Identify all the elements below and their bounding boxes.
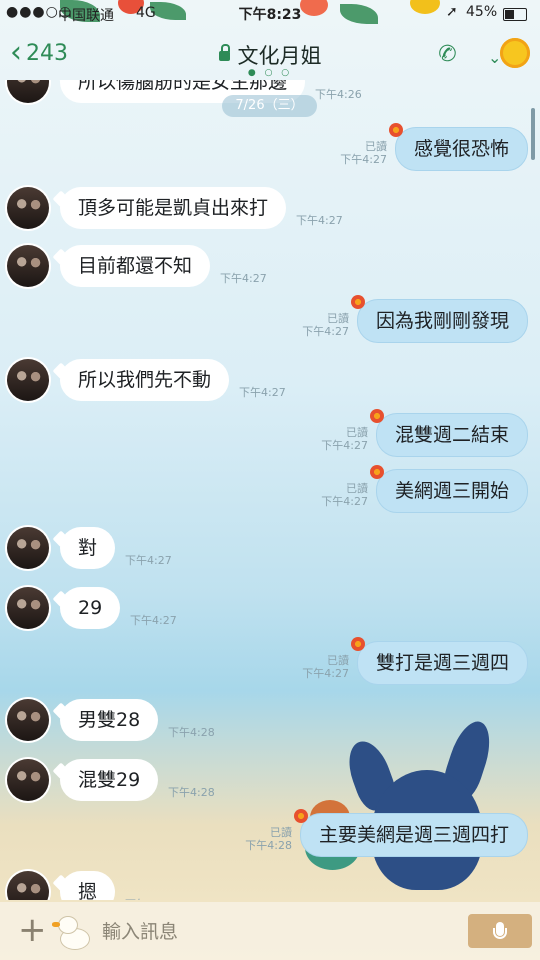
message-meta: 已讀 下午4:27 <box>302 654 349 680</box>
message-row: 雙打是週三週四 已讀 下午4:27 <box>0 637 540 686</box>
outgoing-message-bubble[interactable]: 美網週三開始 <box>369 465 528 513</box>
incoming-message-bubble[interactable]: 29 <box>60 587 121 629</box>
message-meta: 已讀 下午4:28 <box>245 826 292 852</box>
outgoing-message-bubble[interactable]: 雙打是週三週四 <box>350 637 528 685</box>
message-time: 下午4:28 <box>125 898 172 900</box>
message-time: 下午4:28 <box>168 786 215 799</box>
message-time: 下午4:28 <box>168 726 215 739</box>
incoming-message-bubble[interactable]: 頂多可能是凱貞出來打 <box>60 187 287 229</box>
message-meta: 下午4:27 <box>296 214 343 227</box>
message-input[interactable] <box>100 916 444 948</box>
location-arrow-icon: ➚ <box>446 4 458 20</box>
outgoing-message-bubble[interactable]: 因為我剛剛發現 <box>350 295 528 343</box>
message-meta: 已讀 下午4:27 <box>340 140 387 166</box>
incoming-message-bubble[interactable]: 對 <box>60 527 116 569</box>
message-row: 男雙28 下午4:28 <box>0 696 540 744</box>
chat-title[interactable]: 文化月姐 <box>0 40 540 70</box>
message-meta: 下午4:27 <box>125 554 172 567</box>
flower-menu-icon[interactable] <box>500 38 530 68</box>
avatar[interactable] <box>7 187 49 229</box>
avatar[interactable] <box>7 245 49 287</box>
message-row: 主要美網是週三週四打 已讀 下午4:28 <box>0 809 540 858</box>
message-meta: 下午4:27 <box>130 614 177 627</box>
avatar[interactable] <box>7 699 49 741</box>
status-bar: ●●●○○ 中国联通 4G 下午8:23 ➚ 45% <box>0 0 540 28</box>
message-meta: 已讀 下午4:27 <box>321 482 368 508</box>
message-meta: 已讀 下午4:27 <box>321 426 368 452</box>
message-time: 下午4:28 <box>245 839 292 852</box>
message-row: 美網週三開始 已讀 下午4:27 <box>0 465 540 514</box>
message-meta: 下午4:26 <box>315 88 362 101</box>
sticker-button[interactable] <box>52 916 90 950</box>
message-time: 下午4:27 <box>125 554 172 567</box>
avatar[interactable] <box>7 80 49 103</box>
avatar[interactable] <box>7 359 49 401</box>
message-time: 下午4:26 <box>315 88 362 101</box>
microphone-button[interactable] <box>468 914 532 948</box>
message-time: 下午4:27 <box>130 614 177 627</box>
input-bar: + <box>0 902 540 960</box>
message-time: 下午4:27 <box>220 272 267 285</box>
message-meta: 下午4:27 <box>239 386 286 399</box>
clock: 下午8:23 <box>238 7 302 23</box>
lock-icon <box>218 44 230 61</box>
message-meta: 下午4:28 <box>125 898 172 900</box>
message-time: 下午4:27 <box>302 667 349 680</box>
message-list[interactable]: 所以傷腦筋的是女生那邊 下午4:26 感覺很恐怖 已讀 下午4:27 頂多可能是凱貞出來打… <box>0 80 540 900</box>
scrollbar[interactable] <box>531 108 535 160</box>
avatar[interactable] <box>7 527 49 569</box>
message-row: 頂多可能是凱貞出來打 下午4:27 <box>0 184 540 232</box>
message-time: 下午4:27 <box>321 495 368 508</box>
message-meta: 下午4:28 <box>168 726 215 739</box>
read-receipt: 已讀 <box>346 426 368 439</box>
avatar[interactable] <box>7 759 49 801</box>
message-time: 下午4:27 <box>340 153 387 166</box>
incoming-message-bubble[interactable]: 目前都還不知 <box>60 245 211 287</box>
chat-header: ‹ 243 文化月姐 ● ○ ○ ✆ ⌄ <box>0 30 540 80</box>
read-receipt: 已讀 <box>327 654 349 667</box>
message-time: 下午4:27 <box>321 439 368 452</box>
battery-icon <box>503 8 527 21</box>
message-time: 下午4:27 <box>296 214 343 227</box>
outgoing-message-bubble[interactable]: 感覺很恐怖 <box>388 123 528 171</box>
incoming-message-bubble[interactable]: 男雙28 <box>60 699 159 741</box>
avatar[interactable] <box>7 871 49 900</box>
message-row: 感覺很恐怖 已讀 下午4:27 <box>0 123 540 172</box>
add-attachment-button[interactable]: + <box>18 913 47 947</box>
message-row: 所以我們先不動 下午4:27 <box>0 356 540 404</box>
message-row: 因為我剛剛發現 已讀 下午4:27 <box>0 295 540 344</box>
battery-percent: 45% <box>466 4 498 20</box>
date-separator: 7/26（三） <box>222 95 317 117</box>
read-receipt: 已讀 <box>327 312 349 325</box>
chat-title-text: 文化月姐 <box>237 44 322 68</box>
message-meta: 已讀 下午4:27 <box>302 312 349 338</box>
incoming-message-bubble[interactable]: 所以我們先不動 <box>60 359 230 401</box>
message-meta: 下午4:28 <box>168 786 215 799</box>
page-indicator: ● ○ ○ <box>247 68 293 78</box>
message-row: 混雙週二結束 已讀 下午4:27 <box>0 409 540 458</box>
incoming-message-bubble[interactable]: 混雙29 <box>60 759 159 801</box>
message-time: 下午4:27 <box>302 325 349 338</box>
incoming-message-bubble[interactable]: 摁 <box>60 871 116 900</box>
message-row: 對下午4:27 <box>0 524 540 572</box>
message-row: 目前都還不知 下午4:27 <box>0 242 540 290</box>
read-receipt: 已讀 <box>365 140 387 153</box>
message-time: 下午4:27 <box>239 386 286 399</box>
message-row: 29 下午4:27 <box>0 584 540 632</box>
message-meta: 下午4:27 <box>220 272 267 285</box>
message-row: 混雙29 下午4:28 <box>0 756 540 804</box>
read-receipt: 已讀 <box>346 482 368 495</box>
read-receipt: 已讀 <box>270 826 292 839</box>
avatar[interactable] <box>7 587 49 629</box>
message-row: 摁下午4:28 <box>0 868 540 900</box>
outgoing-message-bubble[interactable]: 混雙週二結束 <box>369 409 528 457</box>
outgoing-message-bubble[interactable]: 主要美網是週三週四打 <box>293 809 528 857</box>
